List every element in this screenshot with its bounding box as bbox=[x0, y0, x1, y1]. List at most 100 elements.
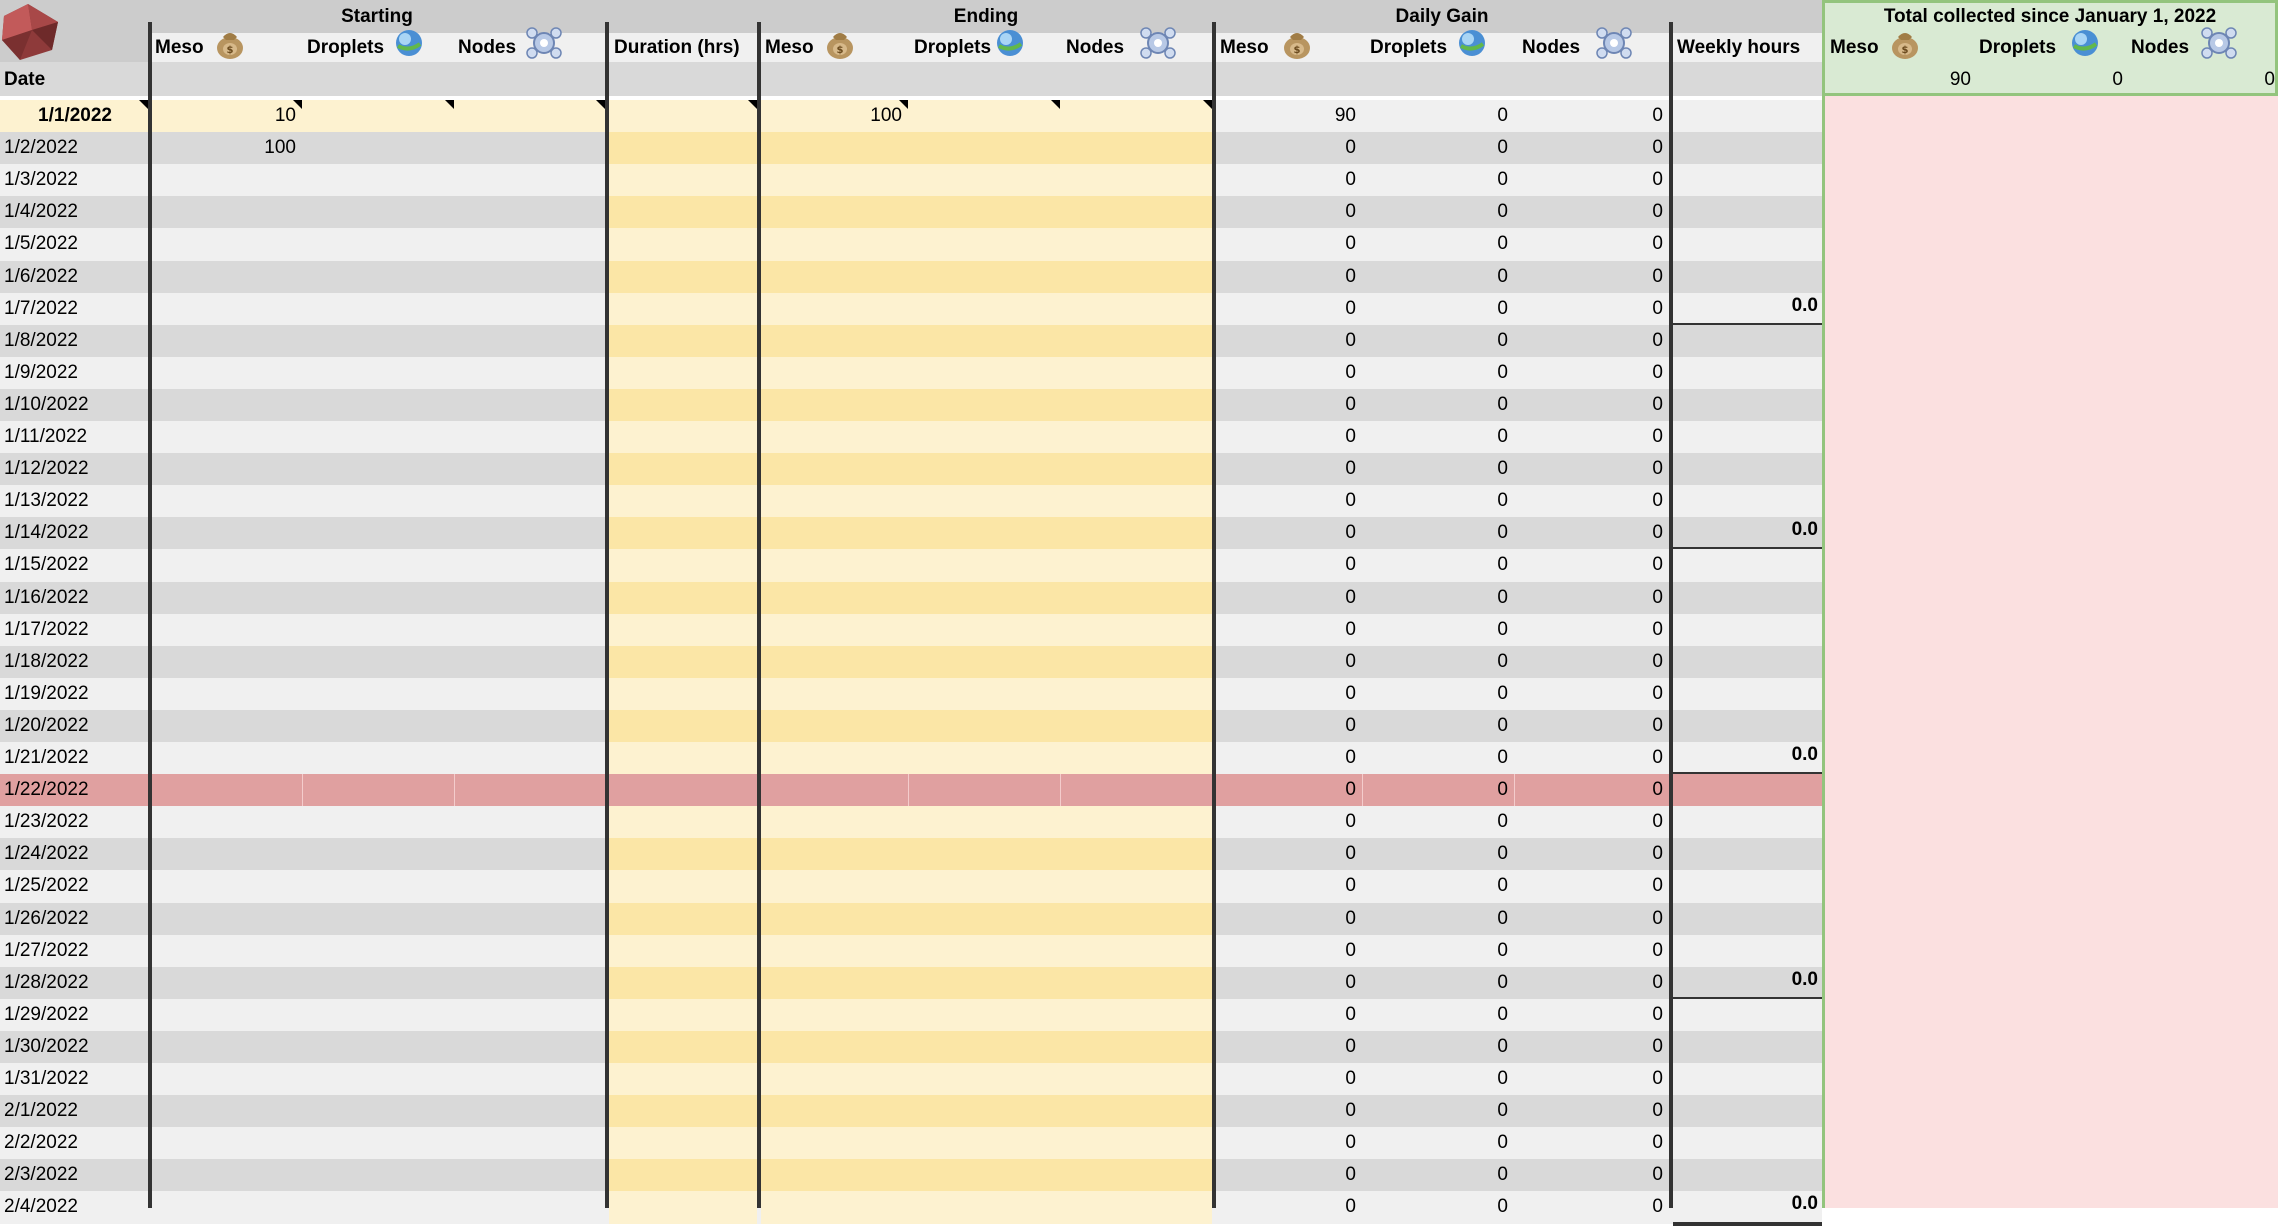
ending-droplets-cell[interactable] bbox=[908, 389, 1060, 421]
ending-meso-cell[interactable] bbox=[761, 870, 908, 902]
starting-droplets-cell[interactable] bbox=[302, 325, 454, 357]
duration-cell[interactable] bbox=[609, 324, 757, 358]
ending-droplets-cell[interactable] bbox=[908, 325, 1060, 357]
date-cell[interactable]: 1/29/2022 bbox=[0, 999, 148, 1031]
ending-droplets-cell[interactable] bbox=[908, 261, 1060, 293]
starting-meso-cell[interactable] bbox=[152, 774, 302, 806]
starting-nodes-cell[interactable] bbox=[454, 1031, 605, 1063]
duration-cell[interactable] bbox=[609, 998, 757, 1032]
starting-nodes-cell[interactable] bbox=[454, 421, 605, 453]
ending-meso-cell[interactable] bbox=[761, 164, 908, 196]
ending-meso-cell[interactable] bbox=[761, 582, 908, 614]
starting-meso-cell[interactable] bbox=[152, 1191, 302, 1223]
ending-nodes-cell[interactable] bbox=[1060, 196, 1212, 228]
ending-meso-cell[interactable] bbox=[761, 1095, 908, 1127]
date-cell[interactable]: 1/5/2022 bbox=[0, 228, 148, 260]
starting-droplets-cell[interactable] bbox=[302, 132, 454, 164]
starting-meso-cell[interactable] bbox=[152, 421, 302, 453]
starting-droplets-cell[interactable] bbox=[302, 261, 454, 293]
starting-droplets-cell[interactable] bbox=[302, 1095, 454, 1127]
ending-droplets-cell[interactable] bbox=[908, 903, 1060, 935]
date-cell[interactable]: 1/24/2022 bbox=[0, 838, 148, 870]
ending-droplets-cell[interactable] bbox=[908, 967, 1060, 999]
starting-nodes-cell[interactable] bbox=[454, 389, 605, 421]
date-cell[interactable]: 1/16/2022 bbox=[0, 582, 148, 614]
ending-nodes-cell[interactable] bbox=[1060, 1063, 1212, 1095]
duration-cell[interactable] bbox=[609, 196, 757, 230]
ending-nodes-cell[interactable] bbox=[1060, 389, 1212, 421]
ending-meso-cell[interactable] bbox=[761, 774, 908, 806]
date-cell[interactable]: 1/14/2022 bbox=[0, 517, 148, 549]
ending-meso-cell[interactable] bbox=[761, 742, 908, 774]
starting-droplets-cell[interactable] bbox=[302, 678, 454, 710]
starting-nodes-cell[interactable] bbox=[454, 485, 605, 517]
starting-meso-cell[interactable] bbox=[152, 838, 302, 870]
starting-nodes-cell[interactable] bbox=[454, 774, 605, 806]
starting-nodes-cell[interactable] bbox=[454, 357, 605, 389]
date-cell[interactable]: 1/18/2022 bbox=[0, 646, 148, 678]
starting-droplets-cell[interactable] bbox=[302, 196, 454, 228]
starting-nodes-cell[interactable] bbox=[454, 678, 605, 710]
duration-cell[interactable] bbox=[609, 870, 757, 904]
date-cell[interactable]: 1/22/2022 bbox=[0, 774, 148, 806]
ending-droplets-cell[interactable] bbox=[908, 100, 1060, 132]
starting-meso-cell[interactable] bbox=[152, 742, 302, 774]
duration-cell[interactable] bbox=[609, 838, 757, 872]
ending-meso-cell[interactable] bbox=[761, 293, 908, 325]
starting-nodes-cell[interactable] bbox=[454, 1191, 605, 1223]
date-cell[interactable]: 1/13/2022 bbox=[0, 485, 148, 517]
duration-cell[interactable] bbox=[609, 709, 757, 743]
starting-meso-cell[interactable] bbox=[152, 1063, 302, 1095]
starting-nodes-cell[interactable] bbox=[454, 196, 605, 228]
starting-droplets-cell[interactable] bbox=[302, 1031, 454, 1063]
ending-droplets-cell[interactable] bbox=[908, 999, 1060, 1031]
starting-meso-cell[interactable] bbox=[152, 389, 302, 421]
starting-droplets-cell[interactable] bbox=[302, 1063, 454, 1095]
starting-droplets-cell[interactable] bbox=[302, 164, 454, 196]
starting-droplets-cell[interactable] bbox=[302, 389, 454, 421]
ending-nodes-cell[interactable] bbox=[1060, 903, 1212, 935]
starting-nodes-cell[interactable] bbox=[454, 517, 605, 549]
ending-nodes-cell[interactable] bbox=[1060, 261, 1212, 293]
ending-nodes-cell[interactable] bbox=[1060, 870, 1212, 902]
starting-meso-cell[interactable]: 10 bbox=[152, 100, 302, 132]
ending-nodes-cell[interactable] bbox=[1060, 1191, 1212, 1223]
starting-droplets-cell[interactable] bbox=[302, 903, 454, 935]
ending-meso-cell[interactable] bbox=[761, 999, 908, 1031]
starting-meso-cell[interactable] bbox=[152, 453, 302, 485]
ending-nodes-cell[interactable] bbox=[1060, 838, 1212, 870]
ending-droplets-cell[interactable] bbox=[908, 678, 1060, 710]
starting-meso-cell[interactable] bbox=[152, 196, 302, 228]
ending-meso-cell[interactable] bbox=[761, 838, 908, 870]
duration-cell[interactable] bbox=[609, 453, 757, 487]
starting-meso-cell[interactable] bbox=[152, 935, 302, 967]
starting-droplets-cell[interactable] bbox=[302, 870, 454, 902]
ending-droplets-cell[interactable] bbox=[908, 870, 1060, 902]
ending-meso-cell[interactable] bbox=[761, 132, 908, 164]
date-cell[interactable]: 1/23/2022 bbox=[0, 806, 148, 838]
starting-nodes-cell[interactable] bbox=[454, 164, 605, 196]
ending-droplets-cell[interactable] bbox=[908, 742, 1060, 774]
starting-droplets-cell[interactable] bbox=[302, 710, 454, 742]
ending-nodes-cell[interactable] bbox=[1060, 517, 1212, 549]
starting-nodes-cell[interactable] bbox=[454, 710, 605, 742]
starting-droplets-cell[interactable] bbox=[302, 967, 454, 999]
starting-droplets-cell[interactable] bbox=[302, 228, 454, 260]
ending-droplets-cell[interactable] bbox=[908, 774, 1060, 806]
ending-meso-cell[interactable] bbox=[761, 1159, 908, 1191]
starting-meso-cell[interactable] bbox=[152, 261, 302, 293]
ending-meso-cell[interactable] bbox=[761, 325, 908, 357]
ending-droplets-cell[interactable] bbox=[908, 1159, 1060, 1191]
ending-droplets-cell[interactable] bbox=[908, 357, 1060, 389]
starting-nodes-cell[interactable] bbox=[454, 742, 605, 774]
ending-droplets-cell[interactable] bbox=[908, 838, 1060, 870]
starting-meso-cell[interactable]: 100 bbox=[152, 132, 302, 164]
starting-nodes-cell[interactable] bbox=[454, 1127, 605, 1159]
starting-nodes-cell[interactable] bbox=[454, 1063, 605, 1095]
starting-droplets-cell[interactable] bbox=[302, 1127, 454, 1159]
ending-meso-cell[interactable] bbox=[761, 903, 908, 935]
starting-droplets-cell[interactable] bbox=[302, 357, 454, 389]
starting-nodes-cell[interactable] bbox=[454, 100, 605, 132]
starting-meso-cell[interactable] bbox=[152, 678, 302, 710]
duration-cell[interactable] bbox=[609, 292, 757, 326]
